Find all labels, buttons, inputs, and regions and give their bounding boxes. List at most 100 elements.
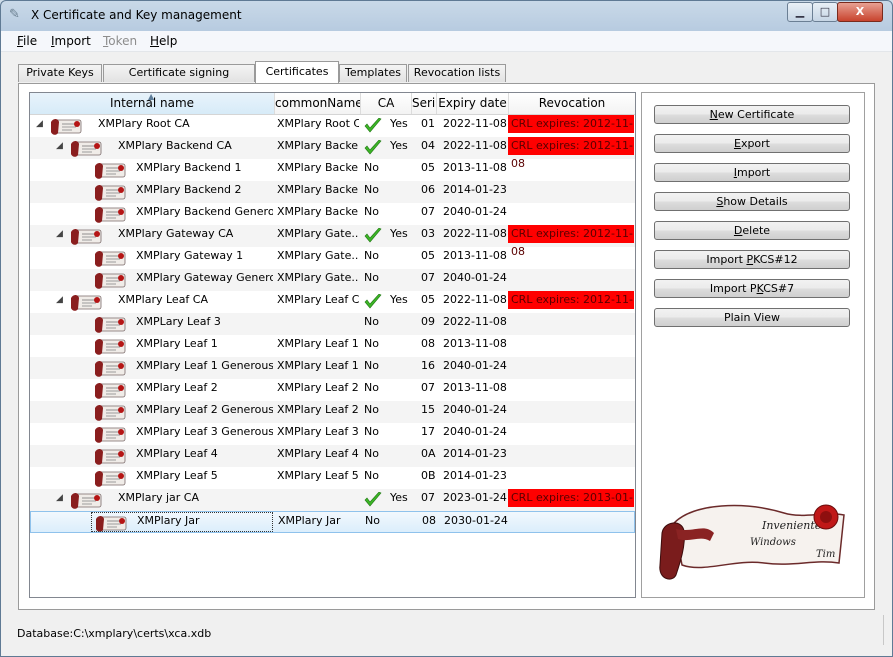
cell-internal-name: XMPlary jar CA xyxy=(118,491,200,504)
cell-internal-name: XMPlary Gateway 1 xyxy=(136,249,244,262)
logo-text-3: Tim xyxy=(816,549,835,560)
plain-view-button[interactable]: Plain View xyxy=(654,308,850,327)
cell-ca: No xyxy=(364,205,379,218)
cell-common-name: XMPlary Root CA xyxy=(277,117,359,130)
cell-expiry-date: 2022-11-08 xyxy=(443,139,507,152)
cell-expiry-date: 2013-11-08 xyxy=(443,161,507,174)
cell-expiry-date: 2022-11-08 xyxy=(443,227,507,240)
tab-csr[interactable]: Certificate signing requests xyxy=(103,64,255,95)
cell-internal-name: XMPlary Leaf 2 Generous xyxy=(136,403,273,416)
minimize-button[interactable]: ▁ xyxy=(787,2,813,22)
cell-serial: 16 xyxy=(421,359,435,372)
cell-expiry-date: 2040-01-24 xyxy=(443,205,507,218)
cell-common-name: XMPlary Leaf CA xyxy=(277,293,359,306)
cell-internal-name: XMPlary Leaf CA xyxy=(118,293,209,306)
cell-revocation: CRL expires: 2012-11-08 xyxy=(508,225,634,258)
cell-ca: No xyxy=(364,249,379,262)
cell-revocation: CRL expires: 2012-11-08 xyxy=(508,291,634,324)
collapse-arrow-icon[interactable]: ◢ xyxy=(56,225,63,243)
delete-button[interactable]: Delete xyxy=(654,221,850,240)
cell-common-name: XMPlary Gate... xyxy=(277,227,359,240)
cell-internal-name: XMPlary Backend CA xyxy=(118,139,232,152)
new-certificate-button[interactable]: New Certificate xyxy=(654,105,850,124)
certificate-row[interactable]: XMPlary Leaf 2 Generous XMPlary Leaf 2...… xyxy=(30,401,635,423)
cell-common-name: XMPlary Leaf 2 xyxy=(277,381,359,394)
certificate-row[interactable]: XMPlary Backend Generous XMPlary Backe...… xyxy=(30,203,635,225)
certificate-row[interactable]: ◢ XMPlary Root CA XMPlary Root CA Yes 01 2022… xyxy=(30,115,635,148)
column-ca[interactable]: CA xyxy=(361,93,412,114)
menu-help[interactable]: Help xyxy=(150,34,177,48)
cell-ca: No xyxy=(364,337,379,350)
cell-common-name: XMPlary Backe... xyxy=(277,139,359,152)
show-details-button[interactable]: Show Details xyxy=(654,192,850,211)
cell-ca: Yes xyxy=(390,139,408,152)
certificate-row[interactable]: ◢ XMPlary Gateway CA XMPlary Gate... Yes 03 2… xyxy=(30,225,635,258)
cell-expiry-date: 2030-01-24 xyxy=(444,514,508,527)
certificate-tree[interactable]: ▲ Internal name commonName CA Serial Exp… xyxy=(29,92,636,598)
cell-common-name: XMPlary Leaf 3... xyxy=(277,425,359,438)
cell-common-name: XMPlary Gate... xyxy=(277,249,359,262)
cell-internal-name: XMPlary Leaf 1 Generous xyxy=(136,359,273,372)
certificate-row[interactable]: XMPlary Backend 2 XMPlary Backe... No 06 201… xyxy=(30,181,635,203)
window-title: X Certificate and Key management xyxy=(31,8,242,22)
cell-expiry-date: 2022-11-08 xyxy=(443,293,507,306)
certificate-row[interactable]: XMPlary Leaf 4 XMPlary Leaf 4 No 0A 2014-01-… xyxy=(30,445,635,467)
cell-internal-name: XMPlary Jar xyxy=(137,514,200,527)
import-button[interactable]: Import xyxy=(654,163,850,182)
tab-private-keys[interactable]: Private Keys xyxy=(18,64,102,82)
certificate-row[interactable]: ◢ XMPlary Leaf CA XMPlary Leaf CA Yes 05 2022… xyxy=(30,291,635,324)
cell-common-name: XMPlary Leaf 4 xyxy=(277,447,359,460)
title-bar[interactable]: ✎ X Certificate and Key management ▁ □ X xyxy=(1,1,892,31)
cell-internal-name: XMPlary Gateway Generous xyxy=(136,271,273,284)
collapse-arrow-icon[interactable]: ◢ xyxy=(56,489,63,507)
certificate-icon xyxy=(95,361,126,377)
export-button[interactable]: Export xyxy=(654,134,850,153)
certificate-icon xyxy=(95,427,126,443)
certificate-icon xyxy=(95,251,126,267)
menu-import[interactable]: Import xyxy=(51,34,91,48)
certificate-row[interactable]: XMPlary Backend 1 XMPlary Backe... No 05 201… xyxy=(30,159,635,181)
certificate-icon xyxy=(95,449,126,465)
column-revocation[interactable]: Revocation xyxy=(509,93,635,114)
certificate-row[interactable]: XMPlary Leaf 3 Generous XMPlary Leaf 3...… xyxy=(30,423,635,445)
resize-grip[interactable] xyxy=(883,615,884,645)
cell-serial: 03 xyxy=(421,227,435,240)
menu-token: Token xyxy=(103,34,138,48)
cell-common-name xyxy=(277,313,359,335)
cell-expiry-date: 2022-11-08 xyxy=(443,315,507,328)
cell-ca: Yes xyxy=(390,227,408,240)
menu-file[interactable]: File xyxy=(17,34,37,48)
maximize-button[interactable]: □ xyxy=(812,2,838,22)
cell-internal-name: XMPlary Leaf 1 xyxy=(136,337,218,350)
tab-certificates[interactable]: Certificates xyxy=(255,61,339,83)
cell-common-name: XMPlary Backe... xyxy=(277,161,359,174)
certificate-icon xyxy=(71,295,102,311)
cell-ca: Yes xyxy=(390,117,408,130)
column-internal-name[interactable]: ▲ Internal name xyxy=(30,93,275,114)
column-common-name[interactable]: commonName xyxy=(275,93,361,114)
certificate-row[interactable]: XMPlary Jar XMPlary Jar No 08 2030-01-24 xyxy=(30,511,635,533)
close-button[interactable]: X xyxy=(837,2,883,22)
certificate-row[interactable]: XMPlary Leaf 5 XMPlary Leaf 5 No 0B 2014-01-… xyxy=(30,467,635,489)
column-serial[interactable]: Serial xyxy=(412,93,437,114)
certificate-row[interactable]: XMPLary Leaf 3 No 09 2022-11-08 xyxy=(30,313,635,335)
certificate-row[interactable]: XMPlary Leaf 1 Generous XMPlary Leaf 1...… xyxy=(30,357,635,379)
certificate-row[interactable]: XMPlary Leaf 1 XMPlary Leaf 1 No 08 2013-11-… xyxy=(30,335,635,357)
collapse-arrow-icon[interactable]: ◢ xyxy=(56,137,63,155)
certificate-row[interactable]: XMPlary Leaf 2 XMPlary Leaf 2 No 07 2013-11-… xyxy=(30,379,635,401)
certificate-row[interactable]: ◢ XMPlary Backend CA XMPlary Backe... Yes 04… xyxy=(30,137,635,170)
column-expiry-date[interactable]: Expiry date xyxy=(437,93,509,114)
import-pkcs-12-button[interactable]: Import PKCS#12 xyxy=(654,250,850,269)
collapse-arrow-icon[interactable]: ◢ xyxy=(56,291,63,309)
certificate-row[interactable]: XMPlary Gateway 1 XMPlary Gate... No 05 2013… xyxy=(30,247,635,269)
tab-revocation-lists[interactable]: Revocation lists xyxy=(408,64,506,82)
cell-revocation: CRL expires: 2012-11-08 xyxy=(508,115,634,148)
import-pkcs-7-button[interactable]: Import PKCS#7 xyxy=(654,279,850,298)
cell-ca: No xyxy=(364,359,379,372)
certificate-row[interactable]: ◢ XMPlary jar CA Yes 07 2023-01-24 CRL expire… xyxy=(30,489,635,522)
cell-revocation: CRL expires: 2012-11-08 xyxy=(508,137,634,170)
certificates-panel: ▲ Internal name commonName CA Serial Exp… xyxy=(18,83,875,610)
tab-templates[interactable]: Templates xyxy=(339,64,407,82)
collapse-arrow-icon[interactable]: ◢ xyxy=(36,115,43,133)
certificate-row[interactable]: XMPlary Gateway Generous XMPlary Gate... N… xyxy=(30,269,635,291)
